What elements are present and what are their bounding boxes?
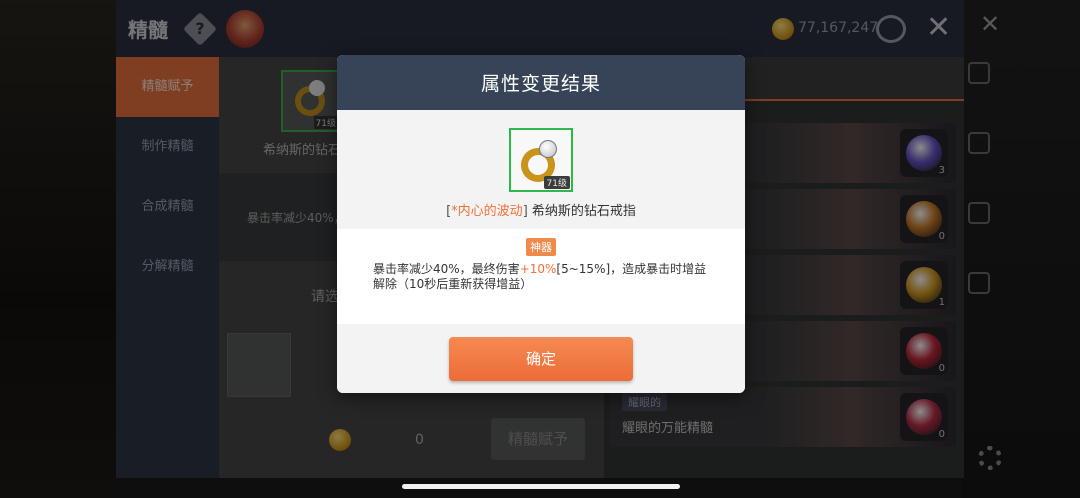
dialog-header: 属性变更结果 <box>337 55 745 110</box>
effect-section: 神器 暴击率减少40%，最终伤害+10%[5~15%]，造成暴击时增益解除（10… <box>337 229 745 324</box>
item-section: 71级 [*内心的波动] 希纳斯的钻石戒指 <box>337 110 745 229</box>
dialog-footer: 确定 <box>337 324 745 393</box>
confirm-button[interactable]: 确定 <box>449 337 633 381</box>
potential-name: *内心的波动 <box>451 204 523 219</box>
home-indicator[interactable] <box>402 484 680 489</box>
game-screen: ✕ 精髓 ? 77,167,247 ✕ 精髓赋予 制作精髓 合成精髓 分解精髓 <box>0 0 1080 498</box>
dialog-title: 属性变更结果 <box>480 73 601 95</box>
result-item-slot: 71级 <box>509 128 573 192</box>
tier-badge: 神器 <box>526 238 556 256</box>
item-title-line: [*内心的波动] 希纳斯的钻石戒指 <box>446 204 636 219</box>
item-level-badge: 71级 <box>543 176 570 189</box>
result-dialog: 属性变更结果 71级 [*内心的波动] 希纳斯的钻石戒指 神器 暴击率减少40%… <box>337 55 745 393</box>
item-name: 希纳斯的钻石戒指 <box>527 204 636 219</box>
effect-description: 暴击率减少40%，最终伤害+10%[5~15%]，造成暴击时增益解除（10秒后重… <box>373 262 707 291</box>
